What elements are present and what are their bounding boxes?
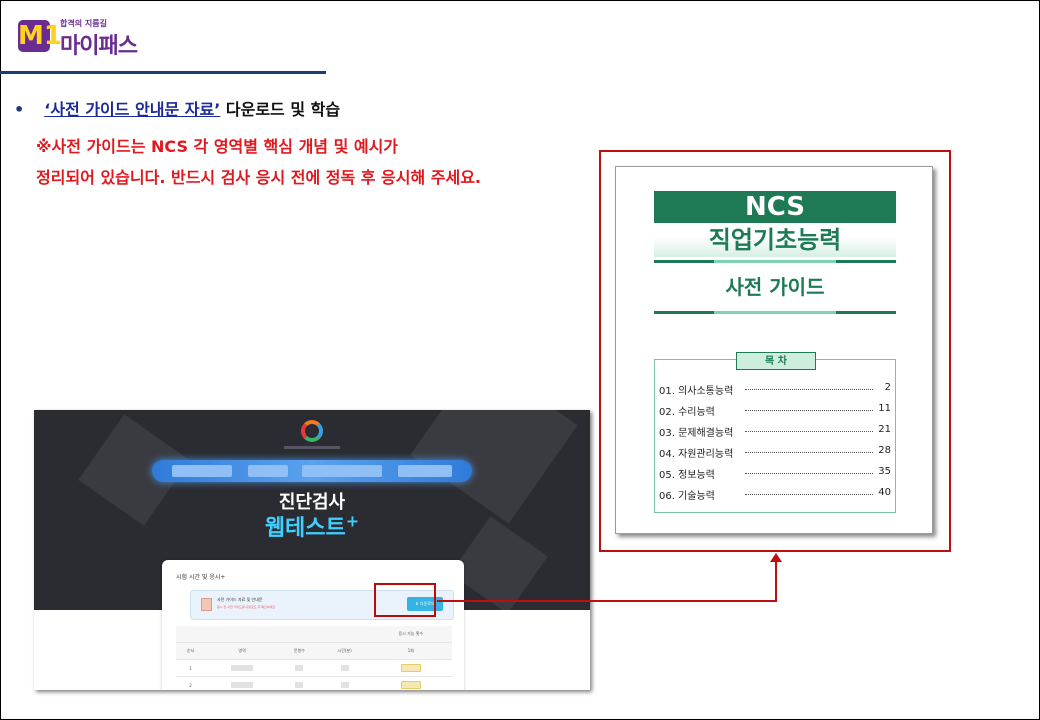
- toc-item: 05. 정보능력 35: [659, 466, 891, 481]
- col-attempt: 1회: [369, 642, 452, 660]
- col-area: 영역: [205, 642, 280, 660]
- table-group-header: 응시 가능 횟수: [369, 626, 452, 643]
- guide-subtitle: 직업기초능력: [654, 223, 896, 257]
- col-count: 문항수: [279, 642, 320, 660]
- exam-table: 응시 가능 횟수 순서 영역 문항수 시간(분) 1회 1 2: [176, 626, 452, 690]
- notice-title: 사전 가이드 자료 및 안내문: [217, 597, 263, 602]
- start-exam-button[interactable]: [400, 663, 421, 672]
- guide-rule-light: [714, 311, 836, 314]
- toc-title: 목 차: [736, 352, 816, 370]
- toc-item: 06. 기술능력 40: [659, 487, 891, 502]
- note-line-2: 정리되어 있습니다. 반드시 검사 응시 전에 정독 후 응시해 주세요.: [36, 168, 482, 187]
- webtest-logo-icon: [301, 420, 323, 442]
- guide-document: NCS 직업기초능력 사전 가이드 목 차 01. 의사소통능력 2 02. 수리…: [615, 166, 933, 534]
- blurred-title-bar: [152, 460, 472, 482]
- webtest-screenshot: 진단검사 웹테스트+ 시험 시간 및 응시+ 사전 가이드 자료 및 안내문 응…: [34, 410, 590, 690]
- guide-link[interactable]: ‘사전 가이드 안내문 자료’: [44, 100, 220, 119]
- table-row: 2: [176, 676, 452, 690]
- document-icon: [201, 598, 212, 611]
- guide-ncs-title: NCS: [654, 191, 896, 223]
- note-line-1: ※사전 가이드는 NCS 각 영역별 핵심 개념 및 예시가: [36, 137, 399, 156]
- toc-item: 01. 의사소통능력 2: [659, 382, 891, 397]
- header-divider: [0, 71, 326, 74]
- col-time: 시간(분): [319, 642, 370, 660]
- logo-name: 마이패스: [60, 34, 138, 59]
- notice-subtitle: 응시 전 사전 가이드를 다운로드 후 확인하세요: [217, 605, 276, 609]
- card-heading: 시험 시간 및 응시+: [176, 574, 226, 581]
- exam-card: 시험 시간 및 응시+ 사전 가이드 자료 및 안내문 응시 전 사전 가이드를…: [162, 560, 464, 690]
- col-order: 순서: [176, 642, 205, 660]
- bullet-icon: •: [14, 100, 25, 119]
- guide-title: 사전 가이드: [725, 275, 825, 299]
- headline: • ‘사전 가이드 안내문 자료’ 다운로드 및 학습: [14, 96, 340, 120]
- table-row: 1: [176, 659, 452, 677]
- download-highlight-box: [374, 583, 436, 617]
- headline-rest: 다운로드 및 학습: [220, 100, 341, 119]
- brand-logo[interactable]: M1 합격의 지름길 마이패스: [18, 16, 198, 59]
- logo-mark-icon: M1: [18, 20, 62, 52]
- webtest-subtitle: 웹테스트+: [264, 511, 360, 541]
- toc-item: 04. 자원관리능력 28: [659, 445, 891, 460]
- table-of-contents: 목 차 01. 의사소통능력 2 02. 수리능력 11 03. 문제해결능력 21 …: [654, 352, 896, 513]
- webtest-logo-caption: [284, 446, 340, 449]
- guide-rule-light: [714, 260, 836, 263]
- toc-item: 02. 수리능력 11: [659, 403, 891, 418]
- toc-item: 03. 문제해결능력 21: [659, 424, 891, 439]
- start-exam-button[interactable]: [400, 680, 421, 689]
